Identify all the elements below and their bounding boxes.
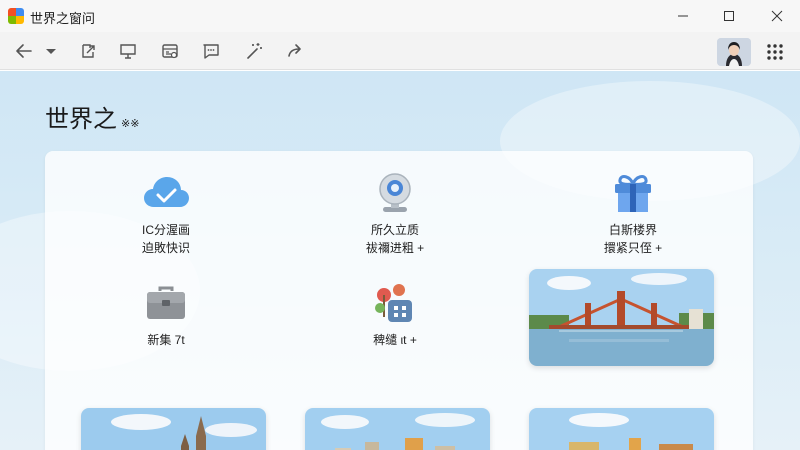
tile-webcam[interactable]: 所久立质 祓禰进粗 + [325, 171, 465, 257]
window-title: 世界之窗问 [30, 11, 96, 26]
tile-label-line1: IC分渥画 [141, 223, 190, 237]
minimize-icon [678, 15, 688, 17]
tile-briefcase[interactable]: 新集 7t [96, 281, 236, 349]
content-area: 世界之 ※※ IC分渥画 迫敗快识 所久立质 祓禰进粗 + 白斯楼界 擐紧只侄 … [0, 71, 800, 450]
tile-label-line1: 白斯楼界 [608, 223, 657, 237]
close-icon [771, 10, 783, 22]
tile-cloud[interactable]: IC分渥画 迫敗快识 [96, 171, 236, 257]
tile-label-line2: 擐紧只侄 + [603, 241, 663, 255]
magic-wand-icon [247, 43, 262, 59]
calendar-icon [162, 44, 178, 59]
maximize-button[interactable] [706, 0, 752, 32]
tile-gift[interactable]: 白斯楼界 擐紧只侄 + [563, 171, 703, 257]
forward-button[interactable] [281, 38, 309, 64]
photo-card-town[interactable] [529, 408, 714, 450]
minimize-button[interactable] [660, 0, 706, 32]
calendar-button[interactable] [156, 38, 184, 64]
town-photo-icon [529, 408, 714, 450]
title-bar: 世界之窗问 [0, 0, 800, 32]
chat-button[interactable] [197, 38, 225, 64]
cloud-check-icon [142, 171, 190, 215]
gift-icon [609, 171, 657, 215]
share-button[interactable] [74, 38, 102, 64]
photo-card-cathedral[interactable] [81, 408, 266, 450]
apps-grid-button[interactable] [763, 40, 787, 64]
tile-label-line1: 所久立质 [370, 223, 419, 237]
webcam-icon [371, 171, 419, 215]
tile-map[interactable]: 稗缱 ιt + [325, 281, 465, 349]
photo-card-bridge[interactable] [529, 269, 714, 366]
chat-icon [203, 44, 219, 59]
map-pin-icon [371, 281, 419, 325]
tile-label-line2: 祓禰进粗 + [365, 241, 425, 255]
bridge-photo-icon [529, 269, 714, 366]
tile-label-line1: 新集 7t [147, 333, 185, 347]
cathedral-photo-icon [81, 408, 266, 450]
toolbar [0, 32, 800, 70]
avatar[interactable] [717, 38, 751, 66]
tile-label-line2: 迫敗快识 [141, 241, 190, 255]
profile-photo-icon [717, 38, 751, 66]
photo-card-skyline[interactable] [305, 408, 490, 450]
forward-arrow-icon [288, 44, 301, 57]
chevron-down-icon [46, 49, 56, 54]
history-dropdown-button[interactable] [40, 38, 62, 64]
close-button[interactable] [754, 0, 800, 32]
cast-button[interactable] [114, 38, 142, 64]
page-title-text: 世界之 [45, 105, 117, 133]
apps-grid-icon [767, 44, 783, 60]
back-button[interactable] [10, 38, 38, 64]
magic-button[interactable] [240, 38, 268, 64]
skyline-photo-icon [305, 408, 490, 450]
page-title-suffix: ※※ [121, 117, 140, 130]
page-title: 世界之 ※※ [45, 99, 139, 134]
cast-icon [120, 44, 136, 59]
share-icon [82, 44, 95, 58]
tile-label-line1: 稗缱 ιt + [373, 333, 417, 347]
briefcase-icon [142, 281, 190, 325]
app-logo-icon [8, 8, 24, 24]
arrow-left-icon [16, 44, 32, 58]
maximize-icon [724, 11, 734, 21]
